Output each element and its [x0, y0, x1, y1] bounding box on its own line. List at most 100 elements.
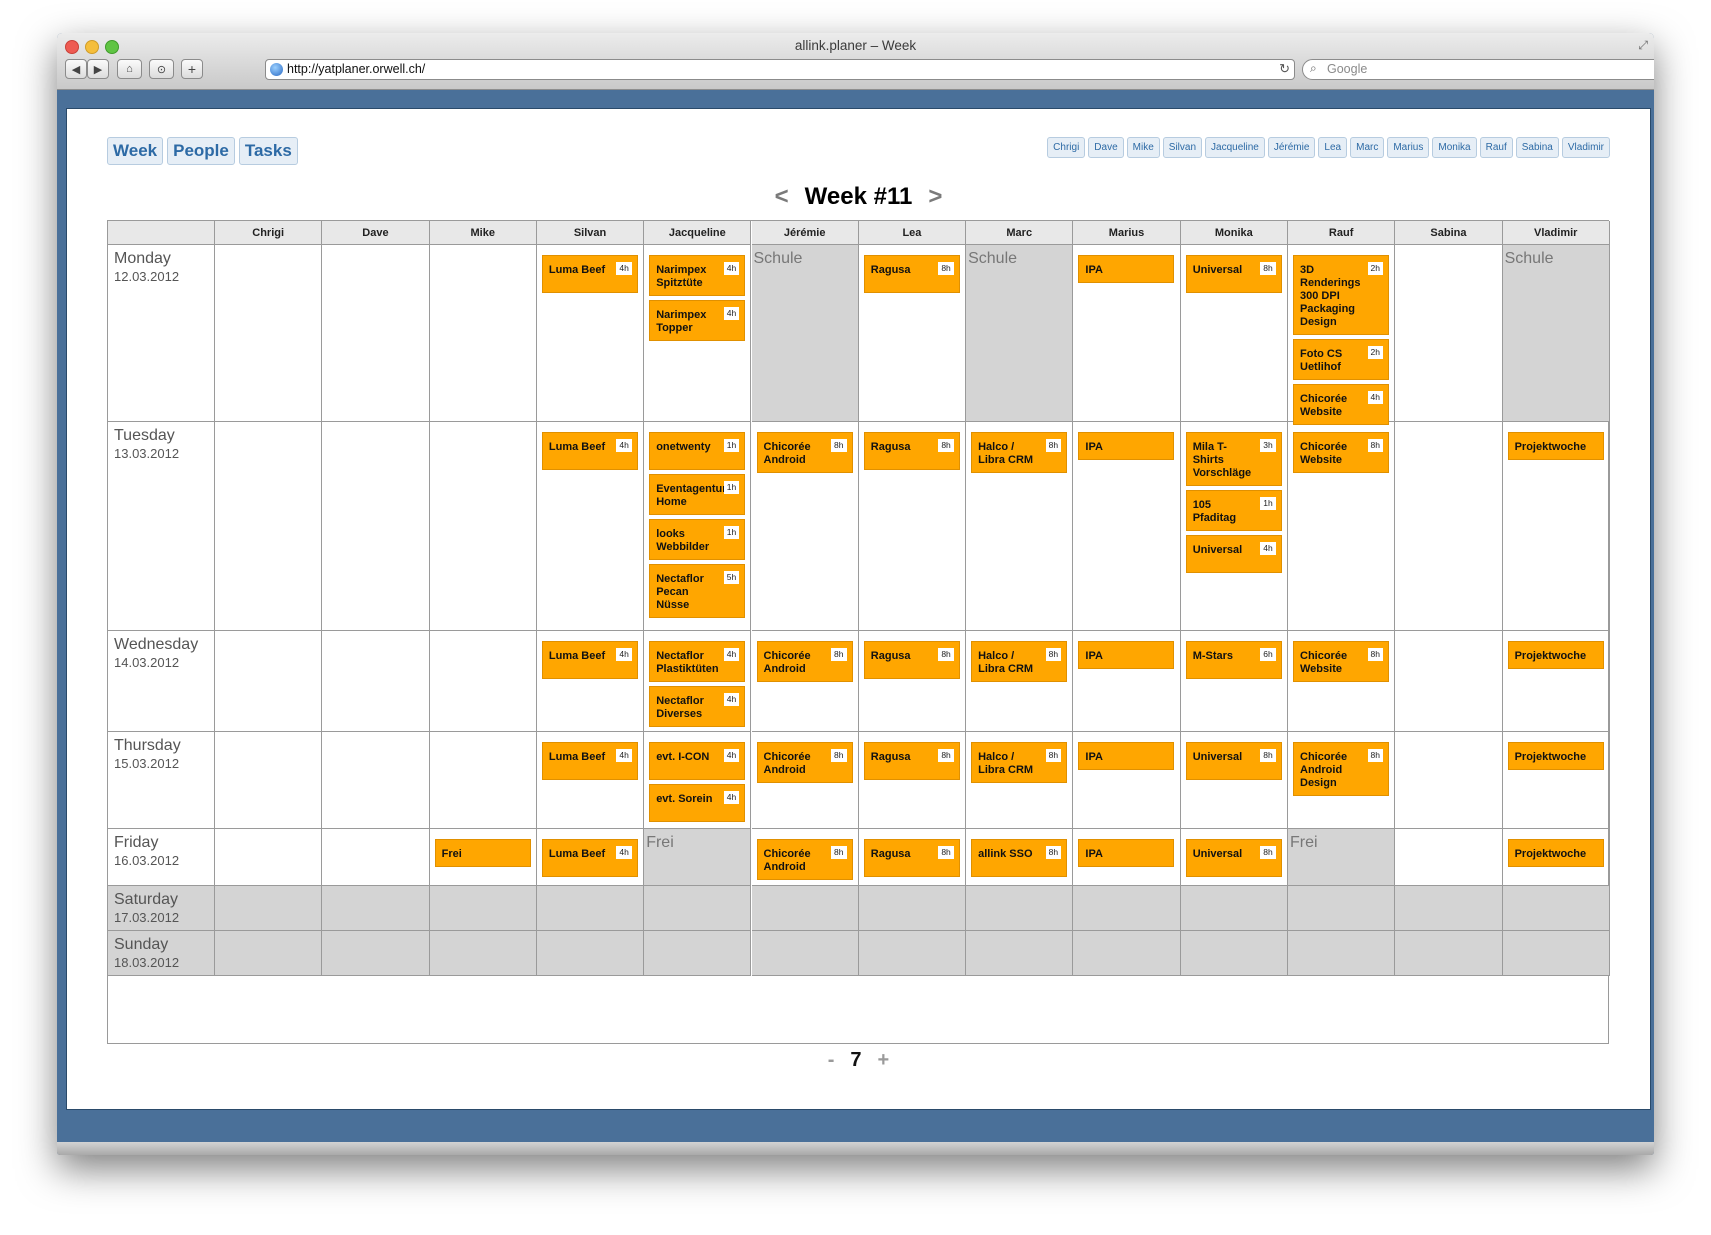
task-card[interactable]: Chicorée Website 8h [1293, 432, 1389, 473]
back-button[interactable]: ◀ [65, 59, 87, 79]
task-card[interactable]: 105 Pfaditag 1h [1185, 490, 1282, 531]
day-cell[interactable] [215, 422, 323, 631]
day-cell[interactable] [429, 886, 537, 931]
task-card[interactable]: IPA [1078, 839, 1175, 867]
day-cell[interactable]: Projektwoche [1502, 829, 1610, 886]
day-cell[interactable]: Schule [966, 245, 1074, 422]
task-card[interactable]: Chicorée Android 8h [756, 641, 853, 682]
day-cell[interactable]: Luma Beef 4h [536, 829, 645, 886]
person-filter-6[interactable]: Lea [1318, 137, 1348, 158]
task-card[interactable]: M-Stars 6h [1185, 641, 1282, 679]
forward-button[interactable]: ▶ [87, 59, 109, 79]
day-cell[interactable] [322, 829, 430, 886]
day-cell[interactable]: Projektwoche [1502, 422, 1610, 631]
day-cell[interactable] [858, 931, 967, 976]
day-cell[interactable] [536, 931, 645, 976]
day-cell[interactable] [644, 886, 752, 931]
task-card[interactable]: Halco / Libra CRM 8h [971, 742, 1068, 783]
day-cell[interactable] [322, 422, 430, 631]
day-cell[interactable]: Universal 8h [1180, 245, 1288, 422]
task-card[interactable]: Luma Beef 4h [541, 255, 638, 293]
day-cell[interactable]: M-Stars 6h [1180, 631, 1288, 732]
day-cell[interactable]: Frei [429, 829, 537, 886]
day-cell[interactable] [1395, 732, 1503, 829]
day-cell[interactable] [429, 245, 537, 422]
task-card[interactable]: Chicorée Android 8h [756, 432, 853, 473]
day-cell[interactable]: Projektwoche [1502, 631, 1610, 732]
zoom-out-button[interactable]: - [812, 1049, 851, 1072]
day-cell[interactable] [1502, 931, 1610, 976]
task-card[interactable]: IPA [1078, 432, 1175, 460]
day-cell[interactable]: Luma Beef 4h [536, 245, 645, 422]
person-filter-9[interactable]: Monika [1432, 137, 1477, 158]
add-bookmark-button[interactable]: + [181, 59, 203, 79]
task-card[interactable]: Nectaflor Plastiktüten 4h [649, 641, 746, 682]
next-week-button[interactable]: > [912, 183, 958, 211]
task-card[interactable]: evt. Sorein 4h [649, 784, 746, 822]
day-cell[interactable] [322, 245, 430, 422]
task-card[interactable]: Narimpex Spitztüte 4h [649, 255, 746, 296]
day-cell[interactable] [429, 732, 537, 829]
task-card[interactable]: Halco / Libra CRM 8h [971, 432, 1068, 473]
day-cell[interactable] [1395, 886, 1503, 931]
task-card[interactable]: 3D Renderings 300 DPI Packaging Design 2h [1293, 255, 1389, 335]
day-cell[interactable]: Ragusa 8h [858, 732, 967, 829]
day-cell[interactable] [858, 886, 967, 931]
task-card[interactable]: Ragusa 8h [863, 742, 960, 780]
task-card[interactable]: Luma Beef 4h [541, 839, 638, 877]
day-cell[interactable] [215, 931, 323, 976]
person-filter-8[interactable]: Marius [1387, 137, 1430, 158]
day-cell[interactable] [966, 886, 1074, 931]
day-cell[interactable]: Schule [1502, 245, 1610, 422]
task-card[interactable]: Luma Beef 4h [541, 641, 638, 679]
day-cell[interactable] [429, 631, 537, 732]
day-cell[interactable] [322, 931, 430, 976]
day-cell[interactable] [644, 931, 752, 976]
task-card[interactable]: Ragusa 8h [863, 255, 960, 293]
person-filter-4[interactable]: Jacqueline [1205, 137, 1265, 158]
person-filter-2[interactable]: Mike [1126, 137, 1160, 158]
day-cell[interactable]: Halco / Libra CRM 8h [966, 631, 1074, 732]
task-card[interactable]: Universal 4h [1185, 535, 1282, 573]
fullscreen-icon[interactable]: ⤢ [1638, 38, 1648, 53]
task-card[interactable]: Eventagentur Home 1h [649, 474, 746, 515]
task-card[interactable]: Chicorée Android 8h [756, 742, 853, 783]
task-card[interactable]: evt. I-CON 4h [649, 742, 746, 780]
day-cell[interactable]: onetwenty 1h Eventagentur Home 1h looks Webb… [644, 422, 752, 631]
task-card[interactable]: Luma Beef 4h [541, 432, 638, 470]
day-cell[interactable] [1395, 829, 1503, 886]
task-card[interactable]: onetwenty 1h [649, 432, 746, 470]
search-field[interactable]: ⌕ Google [1302, 59, 1654, 80]
day-cell[interactable]: allink SSO 8h [966, 829, 1074, 886]
person-filter-7[interactable]: Marc [1350, 137, 1385, 158]
day-cell[interactable] [322, 732, 430, 829]
day-cell[interactable]: Projektwoche [1502, 732, 1610, 829]
task-card[interactable]: Chicorée Android Design 8h [1293, 742, 1389, 796]
day-cell[interactable] [429, 931, 537, 976]
task-card[interactable]: Frei [434, 839, 531, 867]
day-cell[interactable]: Luma Beef 4h [536, 732, 645, 829]
day-cell[interactable] [215, 245, 323, 422]
task-card[interactable]: Ragusa 8h [863, 839, 960, 877]
day-cell[interactable]: evt. I-CON 4h evt. Sorein 4h [644, 732, 752, 829]
day-cell[interactable]: Chicorée Website 8h [1288, 422, 1396, 631]
task-card[interactable]: Projektwoche [1507, 641, 1604, 669]
day-cell[interactable] [751, 886, 859, 931]
day-cell[interactable] [322, 631, 430, 732]
task-card[interactable]: Foto CS Uetlihof 2h [1293, 339, 1389, 380]
task-card[interactable]: Ragusa 8h [863, 432, 960, 470]
day-cell[interactable]: IPA [1073, 732, 1181, 829]
nav-week-button[interactable]: Week [107, 137, 164, 165]
day-cell[interactable]: Luma Beef 4h [536, 422, 645, 631]
task-card[interactable]: Universal 8h [1185, 742, 1282, 780]
person-filter-12[interactable]: Vladimir [1561, 137, 1610, 158]
day-cell[interactable] [1073, 931, 1181, 976]
nav-tasks-button[interactable]: Tasks [238, 137, 298, 165]
day-cell[interactable]: Chicorée Android 8h [751, 732, 859, 829]
day-cell[interactable]: Frei [644, 829, 752, 886]
day-cell[interactable] [215, 631, 323, 732]
day-cell[interactable]: IPA [1073, 245, 1181, 422]
day-cell[interactable] [1288, 886, 1396, 931]
day-cell[interactable] [536, 886, 645, 931]
day-cell[interactable] [1395, 931, 1503, 976]
